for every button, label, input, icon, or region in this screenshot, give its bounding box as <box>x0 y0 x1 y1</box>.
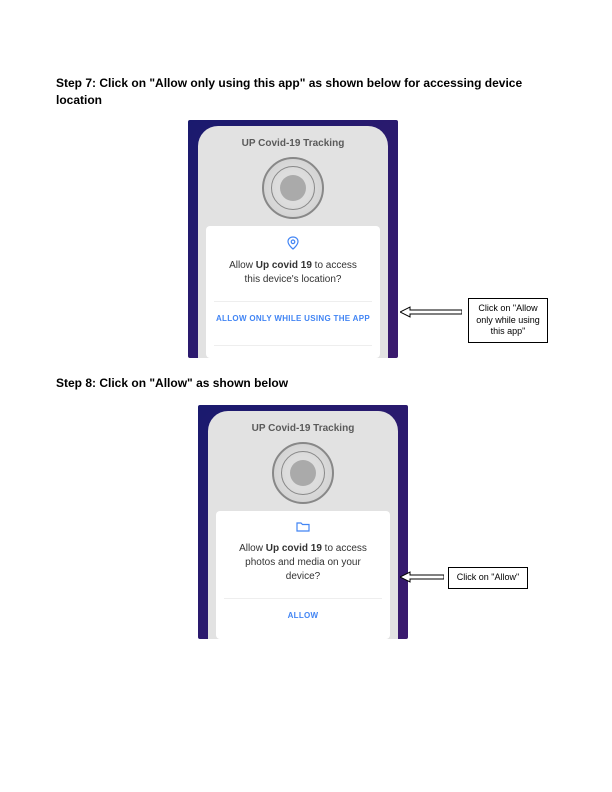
callout-step8: Click on "Allow" <box>448 567 528 589</box>
phone-frame-step7: UP Covid-19 Tracking Allow Up covid 19 t… <box>188 120 398 358</box>
permission-dialog-storage: Allow Up covid 19 to access photos and m… <box>216 511 390 639</box>
state-emblem <box>272 442 334 504</box>
allow-button[interactable]: ALLOW <box>224 598 382 632</box>
step8-heading: Step 8: Click on "Allow" as shown below <box>56 375 556 392</box>
prompt-app-name: Up covid 19 <box>256 260 312 271</box>
deny-button[interactable]: DENY <box>214 345 372 358</box>
permission-prompt: Allow Up covid 19 to access photos and m… <box>224 542 382 584</box>
step7-heading: Step 7: Click on "Allow only using this … <box>56 75 556 109</box>
app-title: UP Covid-19 Tracking <box>198 126 388 149</box>
app-title: UP Covid-19 Tracking <box>208 411 398 434</box>
callout-arrow-step7 <box>400 306 462 318</box>
allow-while-using-button[interactable]: ALLOW ONLY WHILE USING THE APP <box>214 301 372 335</box>
prompt-app-name: Up covid 19 <box>266 543 322 554</box>
folder-icon <box>224 521 382 536</box>
prompt-pre: Allow <box>239 543 266 554</box>
phone-frame-step8: UP Covid-19 Tracking Allow Up covid 19 t… <box>198 405 408 639</box>
callout-arrow-step8 <box>400 571 444 583</box>
phone-screen: UP Covid-19 Tracking Allow Up covid 19 t… <box>198 126 388 358</box>
location-icon <box>214 236 372 253</box>
prompt-pre: Allow <box>229 260 256 271</box>
state-emblem <box>262 157 324 219</box>
permission-dialog-location: Allow Up covid 19 to access this device'… <box>206 226 380 358</box>
callout-step7: Click on "Allow only while using this ap… <box>468 298 548 343</box>
phone-screen: UP Covid-19 Tracking Allow Up covid 19 t… <box>208 411 398 639</box>
permission-prompt: Allow Up covid 19 to access this device'… <box>214 259 372 287</box>
